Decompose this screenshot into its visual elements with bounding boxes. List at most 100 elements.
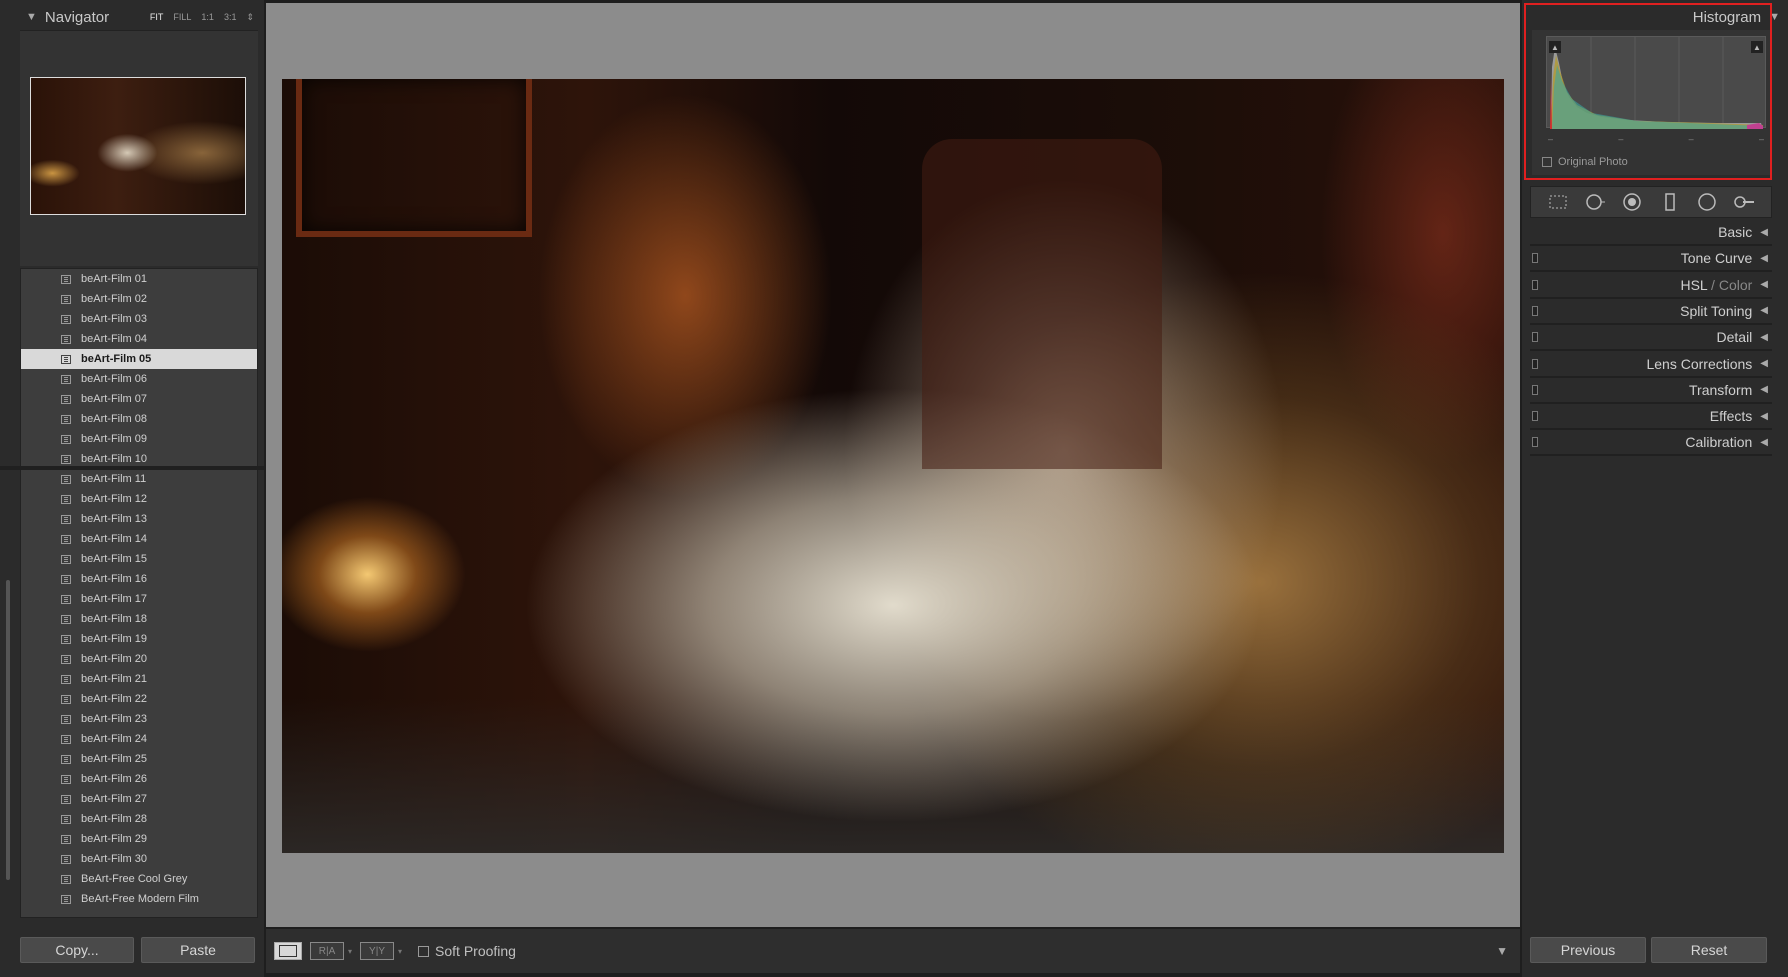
preset-icon <box>61 574 71 584</box>
preset-item[interactable]: beArt-Film 24 <box>21 729 257 749</box>
preset-item[interactable]: beArt-Film 03 <box>21 309 257 329</box>
preset-item[interactable]: beArt-Film 15 <box>21 549 257 569</box>
collapse-triangle-icon[interactable]: ▼ <box>1769 11 1780 23</box>
preset-item[interactable]: beArt-Film 07 <box>21 389 257 409</box>
preset-item[interactable]: beArt-Film 13 <box>21 509 257 529</box>
panel-toggle-switch[interactable] <box>1532 358 1538 369</box>
expand-caret-icon[interactable]: ◀ <box>1760 305 1768 316</box>
zoom-3-1[interactable]: 3:1 <box>224 12 237 23</box>
preset-item[interactable]: BeArt-Free Cool Grey <box>21 869 257 889</box>
panel-split-toning[interactable]: Split Toning ◀ <box>1530 299 1772 325</box>
preset-item[interactable]: beArt-Film 28 <box>21 809 257 829</box>
panel-effects[interactable]: Effects ◀ <box>1530 404 1772 431</box>
original-photo-checkbox[interactable] <box>1542 157 1552 167</box>
red-eye-icon[interactable] <box>1621 191 1643 213</box>
expand-caret-icon[interactable]: ◀ <box>1760 332 1768 343</box>
preset-item[interactable]: beArt-Film 22 <box>21 689 257 709</box>
panel-transform[interactable]: Transform ◀ <box>1530 378 1772 404</box>
highlight-clipping-icon[interactable]: ▲ <box>1751 41 1763 53</box>
panel-hsl[interactable]: HSL / Color ◀ <box>1530 273 1772 299</box>
navigator-header[interactable]: ▼ Navigator FIT FILL 1:1 3:1 ⇕ <box>20 4 260 30</box>
reset-button[interactable]: Reset <box>1651 937 1767 963</box>
preset-item[interactable]: beArt-Film 20 <box>21 649 257 669</box>
preset-item[interactable]: beArt-Film 19 <box>21 629 257 649</box>
soft-proofing-checkbox[interactable] <box>418 945 430 957</box>
view-split-caret-icon[interactable]: ▾ <box>398 947 402 956</box>
panel-label-text: Detail <box>1716 329 1753 346</box>
preset-item[interactable]: beArt-Film 11 <box>21 469 257 489</box>
shadow-clipping-icon[interactable]: ▲ <box>1549 41 1561 53</box>
panel-toggle-switch[interactable] <box>1532 384 1538 395</box>
panel-toggle-switch[interactable] <box>1532 332 1538 343</box>
preset-icon <box>61 334 71 344</box>
histogram-graph[interactable]: ▲ ▲ <box>1546 36 1766 129</box>
preset-item[interactable]: beArt-Film 17 <box>21 589 257 609</box>
panel-basic[interactable]: Basic ◀ <box>1530 220 1772 246</box>
panel-lens-corrections[interactable]: Lens Corrections ◀ <box>1530 352 1772 378</box>
preset-item[interactable]: beArt-Film 18 <box>21 609 257 629</box>
preset-item[interactable]: beArt-Film 25 <box>21 749 257 769</box>
panel-toggle-switch[interactable] <box>1532 437 1538 448</box>
panel-toggle-switch[interactable] <box>1532 411 1538 422</box>
graduated-filter-icon[interactable] <box>1659 191 1681 213</box>
preset-item[interactable]: beArt-Film 08 <box>21 409 257 429</box>
expand-caret-icon[interactable]: ◀ <box>1760 384 1768 395</box>
left-scrollbar[interactable] <box>6 580 10 880</box>
preset-divider[interactable] <box>0 466 264 470</box>
preset-label: beArt-Film 20 <box>81 653 148 665</box>
preset-item[interactable]: beArt-Film 14 <box>21 529 257 549</box>
original-photo-toggle[interactable]: Original Photo <box>1542 156 1628 168</box>
preset-item[interactable]: beArt-Film 21 <box>21 669 257 689</box>
adjustment-brush-icon[interactable] <box>1733 191 1755 213</box>
crop-overlay-icon[interactable] <box>1547 191 1569 213</box>
loupe-view-icon[interactable] <box>274 942 302 960</box>
collapse-triangle-icon[interactable]: ▼ <box>26 11 37 23</box>
preset-item[interactable]: beArt-Film 12 <box>21 489 257 509</box>
preset-item[interactable]: beArt-Film 02 <box>21 289 257 309</box>
expand-caret-icon[interactable]: ◀ <box>1760 437 1768 448</box>
expand-caret-icon[interactable]: ◀ <box>1760 279 1768 290</box>
panel-detail[interactable]: Detail ◀ <box>1530 325 1772 352</box>
expand-caret-icon[interactable]: ◀ <box>1760 253 1768 264</box>
preset-item[interactable]: beArt-Film 29 <box>21 829 257 849</box>
preset-icon <box>61 474 71 484</box>
panel-calibration[interactable]: Calibration ◀ <box>1530 430 1772 457</box>
preset-item[interactable]: beArt-Film 26 <box>21 769 257 789</box>
panel-toggle-switch[interactable] <box>1532 305 1538 316</box>
expand-caret-icon[interactable]: ◀ <box>1760 411 1768 422</box>
preset-item[interactable]: beArt-Film 04 <box>21 329 257 349</box>
preset-item[interactable]: beArt-Film 27 <box>21 789 257 809</box>
expand-caret-icon[interactable]: ◀ <box>1760 358 1768 369</box>
preset-item[interactable]: beArt-Film 06 <box>21 369 257 389</box>
zoom-stepper-icon[interactable]: ⇕ <box>246 12 254 23</box>
preset-item[interactable]: BeArt-Free Modern Film <box>21 889 257 909</box>
navigator-thumbnail[interactable] <box>30 77 246 215</box>
panel-toggle-switch[interactable] <box>1532 279 1538 290</box>
preset-item[interactable]: beArt-Film 23 <box>21 709 257 729</box>
panel-label-text: Lens Corrections <box>1646 355 1753 372</box>
previous-button[interactable]: Previous <box>1530 937 1646 963</box>
main-photo[interactable] <box>282 79 1504 853</box>
preset-item[interactable]: beArt-Film 01 <box>21 269 257 289</box>
histogram-header[interactable]: Histogram ▼ <box>1526 4 1786 30</box>
panel-tone-curve[interactable]: Tone Curve ◀ <box>1530 246 1772 273</box>
preset-item[interactable]: beArt-Film 30 <box>21 849 257 869</box>
preset-item[interactable]: beArt-Film 05 <box>21 349 257 369</box>
expand-caret-icon[interactable]: ◀ <box>1760 227 1768 238</box>
zoom-fill[interactable]: FILL <box>173 12 191 23</box>
spot-removal-icon[interactable] <box>1584 191 1606 213</box>
zoom-fit[interactable]: FIT <box>150 12 164 23</box>
preset-item[interactable]: beArt-Film 09 <box>21 429 257 449</box>
preset-icon <box>61 694 71 704</box>
copy-button[interactable]: Copy... <box>20 937 134 963</box>
before-after-left-right-icon[interactable]: R|A <box>310 942 344 960</box>
paste-button[interactable]: Paste <box>141 937 255 963</box>
toolbar-options-icon[interactable]: ▼ <box>1496 944 1508 958</box>
before-after-split-icon[interactable]: Y|Y <box>360 942 395 960</box>
radial-filter-icon[interactable] <box>1696 191 1718 213</box>
preset-item[interactable]: beArt-Film 16 <box>21 569 257 589</box>
panel-toggle-switch[interactable] <box>1532 253 1538 264</box>
preset-list: beArt-Film 01 beArt-Film 02 beArt-Film 03 b… <box>20 268 258 918</box>
view-mode-caret-icon[interactable]: ▾ <box>348 947 352 956</box>
zoom-1-1[interactable]: 1:1 <box>201 12 214 23</box>
